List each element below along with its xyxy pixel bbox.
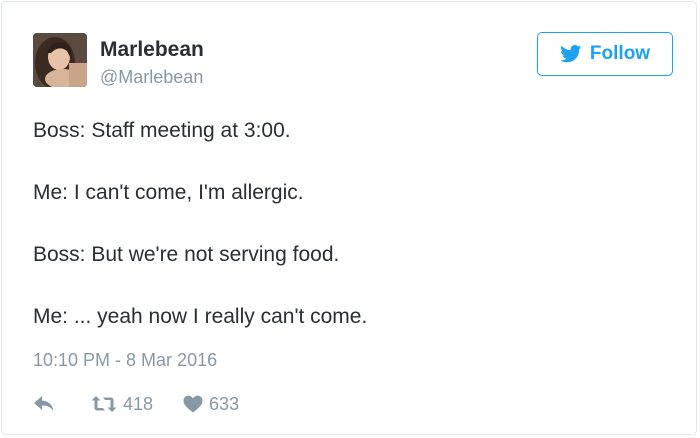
username[interactable]: @Marlebean — [100, 66, 203, 88]
heart-icon — [183, 395, 203, 413]
retweet-icon — [91, 396, 117, 412]
reply-button[interactable] — [33, 395, 55, 413]
tweet-line: Me: ... yeah now I really can't come. — [33, 305, 368, 328]
retweet-count: 418 — [123, 393, 154, 414]
like-button[interactable]: 633 — [183, 394, 239, 415]
retweet-button[interactable]: 418 — [91, 394, 153, 415]
tweet-card: Marlebean @Marlebean Follow Boss: Staff … — [1, 1, 697, 435]
tweet-timestamp[interactable]: 10:10 PM - 8 Mar 2016 — [33, 349, 217, 371]
tweet-text: Boss: Staff meeting at 3:00. Me: I can't… — [33, 119, 673, 329]
tweet-line: Boss: Staff meeting at 3:00. — [33, 119, 291, 142]
avatar-image — [33, 33, 87, 87]
display-name[interactable]: Marlebean — [100, 38, 204, 62]
twitter-bird-icon — [560, 45, 582, 63]
avatar[interactable] — [33, 33, 87, 87]
follow-button[interactable]: Follow — [537, 32, 673, 76]
reply-icon — [34, 396, 54, 411]
tweet-line: Boss: But we're not serving food. — [33, 243, 340, 266]
follow-button-label: Follow — [589, 43, 651, 64]
like-count: 633 — [209, 393, 240, 414]
tweet-line: Me: I can't come, I'm allergic. — [33, 181, 304, 204]
tweet-actions: 418 633 — [33, 391, 239, 417]
